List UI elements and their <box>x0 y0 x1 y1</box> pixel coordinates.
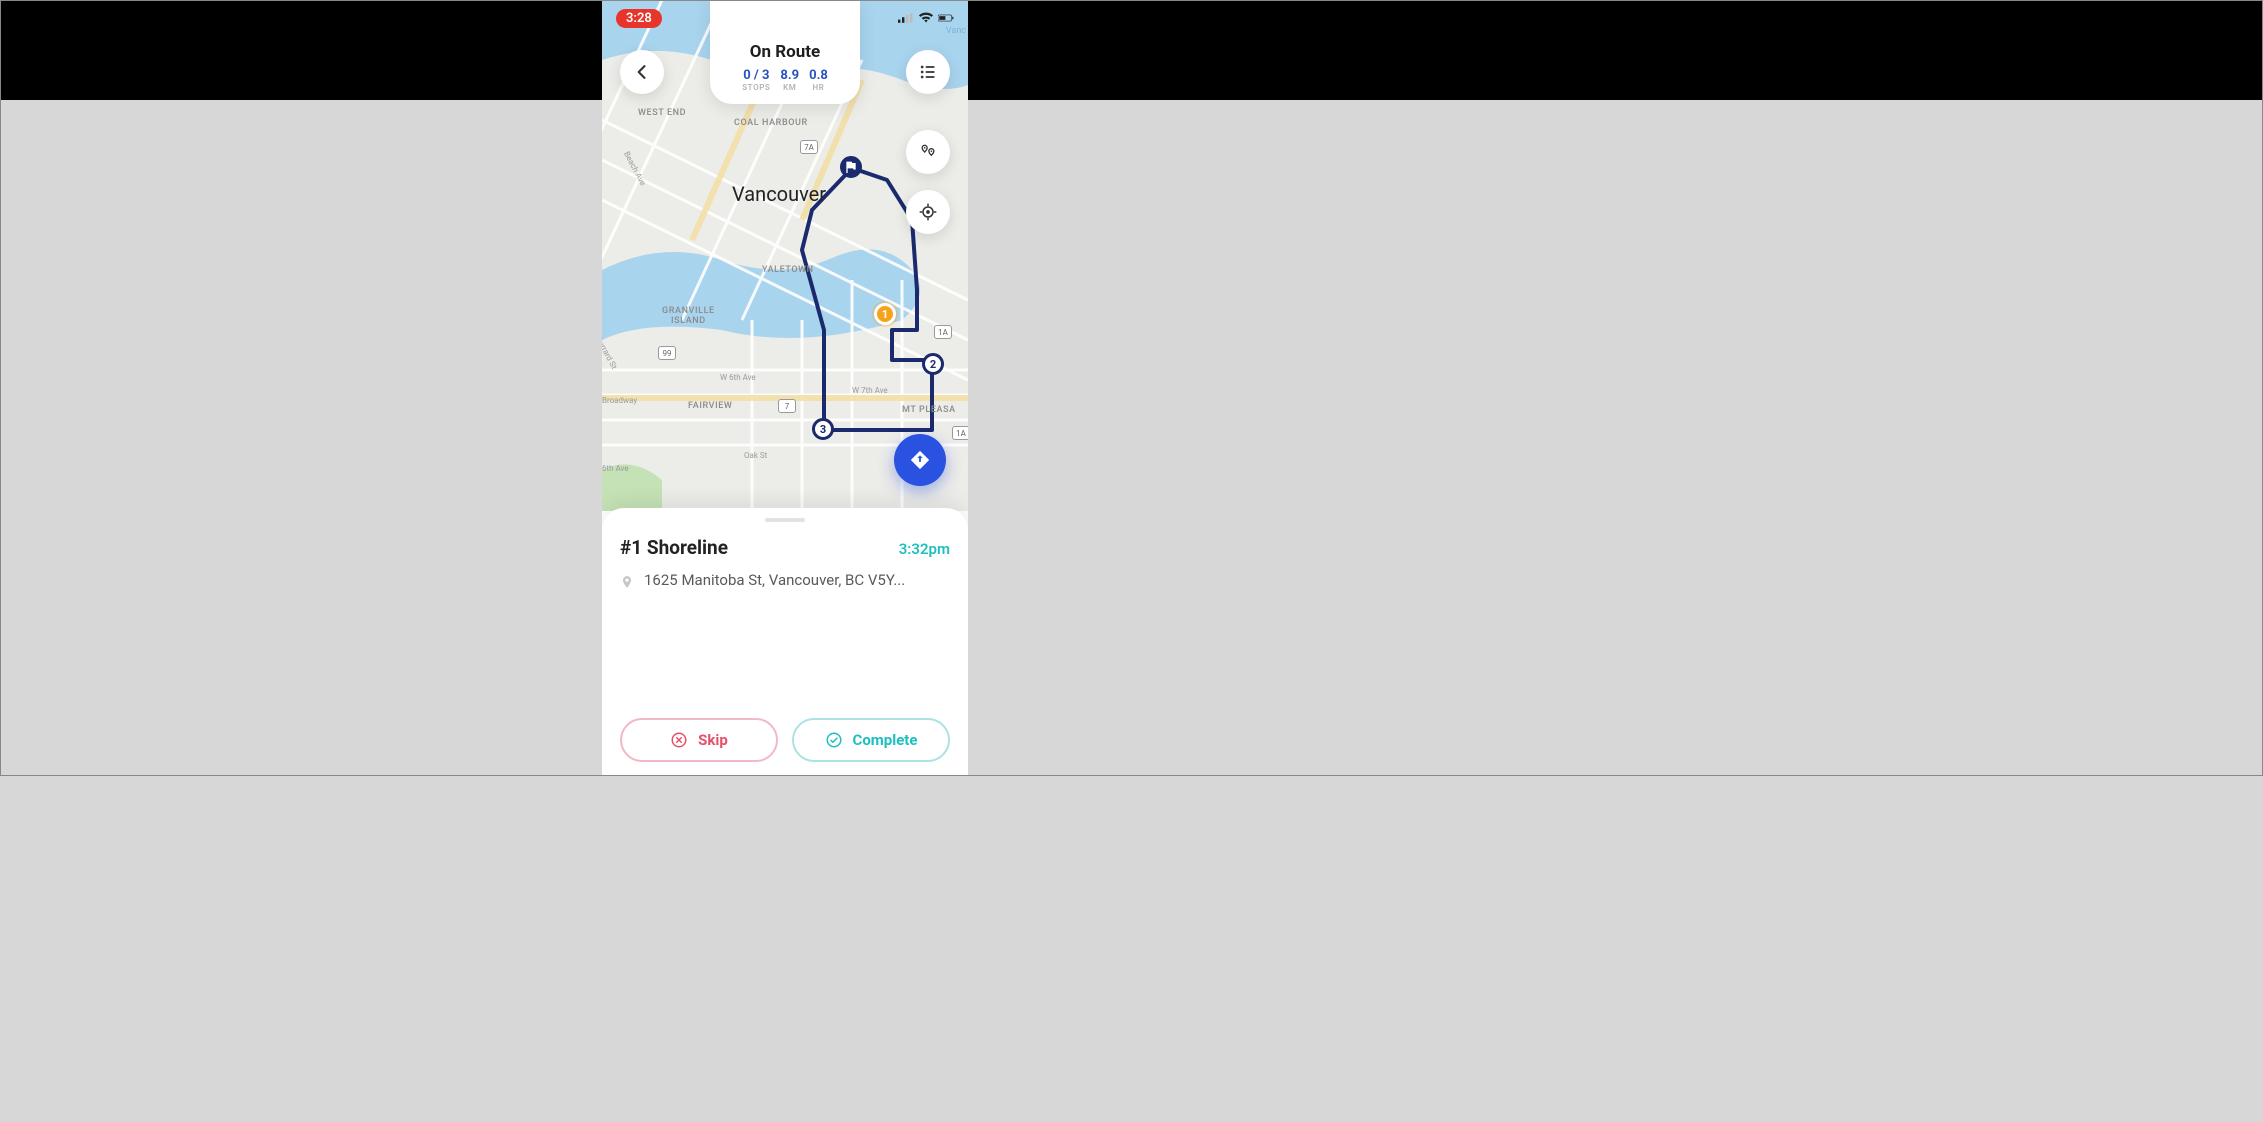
label-coal-harbour: COAL HARBOUR <box>734 118 808 128</box>
stat-hr: 0.8 HR <box>809 68 828 92</box>
flag-icon <box>843 159 859 175</box>
stop-address: 1625 Manitoba St, Vancouver, BC V5Y... <box>644 571 905 589</box>
stop-address-row: 1625 Manitoba St, Vancouver, BC V5Y... <box>620 571 950 595</box>
pins-icon <box>918 142 938 162</box>
stat-hr-label: HR <box>812 83 824 92</box>
shield-7a: 7A <box>800 140 818 154</box>
letterbox-top <box>0 0 2263 100</box>
pin-icon <box>620 573 634 595</box>
outer-frame <box>0 0 2263 776</box>
header-stats: 0 / 3 STOPS 8.9 KM 0.8 HR <box>718 68 852 92</box>
marker-stop-3[interactable]: 3 <box>812 418 834 440</box>
road-broadway: Broadway <box>602 396 637 405</box>
complete-button[interactable]: Complete <box>792 718 950 762</box>
locate-icon <box>918 202 938 222</box>
label-yaletown: YALETOWN <box>762 265 814 275</box>
check-circle-icon <box>825 731 843 749</box>
stop-eta: 3:32pm <box>899 540 950 558</box>
back-button[interactable] <box>620 50 664 94</box>
battery-icon <box>938 12 954 24</box>
stat-hr-value: 0.8 <box>809 68 828 83</box>
marker-stop-2[interactable]: 2 <box>922 353 944 375</box>
shield-7: 7 <box>778 399 796 413</box>
x-circle-icon <box>670 731 688 749</box>
road-oak: Oak St <box>744 451 767 460</box>
navigate-icon <box>909 449 931 471</box>
stat-km: 8.9 KM <box>780 68 799 92</box>
shield-99: 99 <box>658 346 676 360</box>
stop-header: #1 Shoreline 3:32pm <box>620 536 950 559</box>
road-w6: W 6th Ave <box>720 373 756 382</box>
navigate-button[interactable] <box>894 434 946 486</box>
stat-km-label: KM <box>783 83 796 92</box>
stat-stops-value: 0 / 3 <box>743 68 769 83</box>
label-mt-pleasant: MT PLEASA <box>902 405 956 415</box>
marker-stop-1[interactable]: 1 <box>874 303 896 325</box>
status-bar: 3:28 <box>602 6 968 30</box>
list-button[interactable] <box>906 50 950 94</box>
header-title: On Route <box>718 42 852 62</box>
status-icons <box>898 12 954 24</box>
sheet-handle[interactable] <box>765 518 805 522</box>
label-fairview: FAIRVIEW <box>688 401 732 411</box>
sheet-actions: Skip Complete <box>620 718 950 762</box>
skip-button[interactable]: Skip <box>620 718 778 762</box>
wifi-icon <box>918 12 934 24</box>
complete-label: Complete <box>853 731 918 749</box>
shield-1a-b: 1A <box>952 426 968 440</box>
stat-stops: 0 / 3 STOPS <box>742 68 770 92</box>
phone-frame: WEST END COAL HARBOUR Vancouver YALETOWN… <box>602 0 968 776</box>
locate-button[interactable] <box>906 190 950 234</box>
stat-km-value: 8.9 <box>780 68 799 83</box>
marker-start-flag[interactable] <box>840 156 862 178</box>
label-west-end: WEST END <box>638 108 686 118</box>
skip-label: Skip <box>698 731 728 749</box>
status-time-pill: 3:28 <box>616 9 662 28</box>
chevron-left-icon <box>632 62 652 82</box>
road-w7: W 7th Ave <box>852 386 888 395</box>
stops-overview-button[interactable] <box>906 130 950 174</box>
label-city: Vancouver <box>732 182 826 206</box>
shield-1a: 1A <box>934 325 952 339</box>
list-icon <box>918 62 938 82</box>
stop-sheet[interactable]: #1 Shoreline 3:32pm 1625 Manitoba St, Va… <box>602 508 968 776</box>
road-sixth: 6th Ave <box>602 464 629 473</box>
stop-title: #1 Shoreline <box>620 536 728 559</box>
cellular-icon <box>898 12 914 24</box>
stat-stops-label: STOPS <box>742 83 770 92</box>
label-granville-island: GRANVILLE ISLAND <box>662 306 715 326</box>
